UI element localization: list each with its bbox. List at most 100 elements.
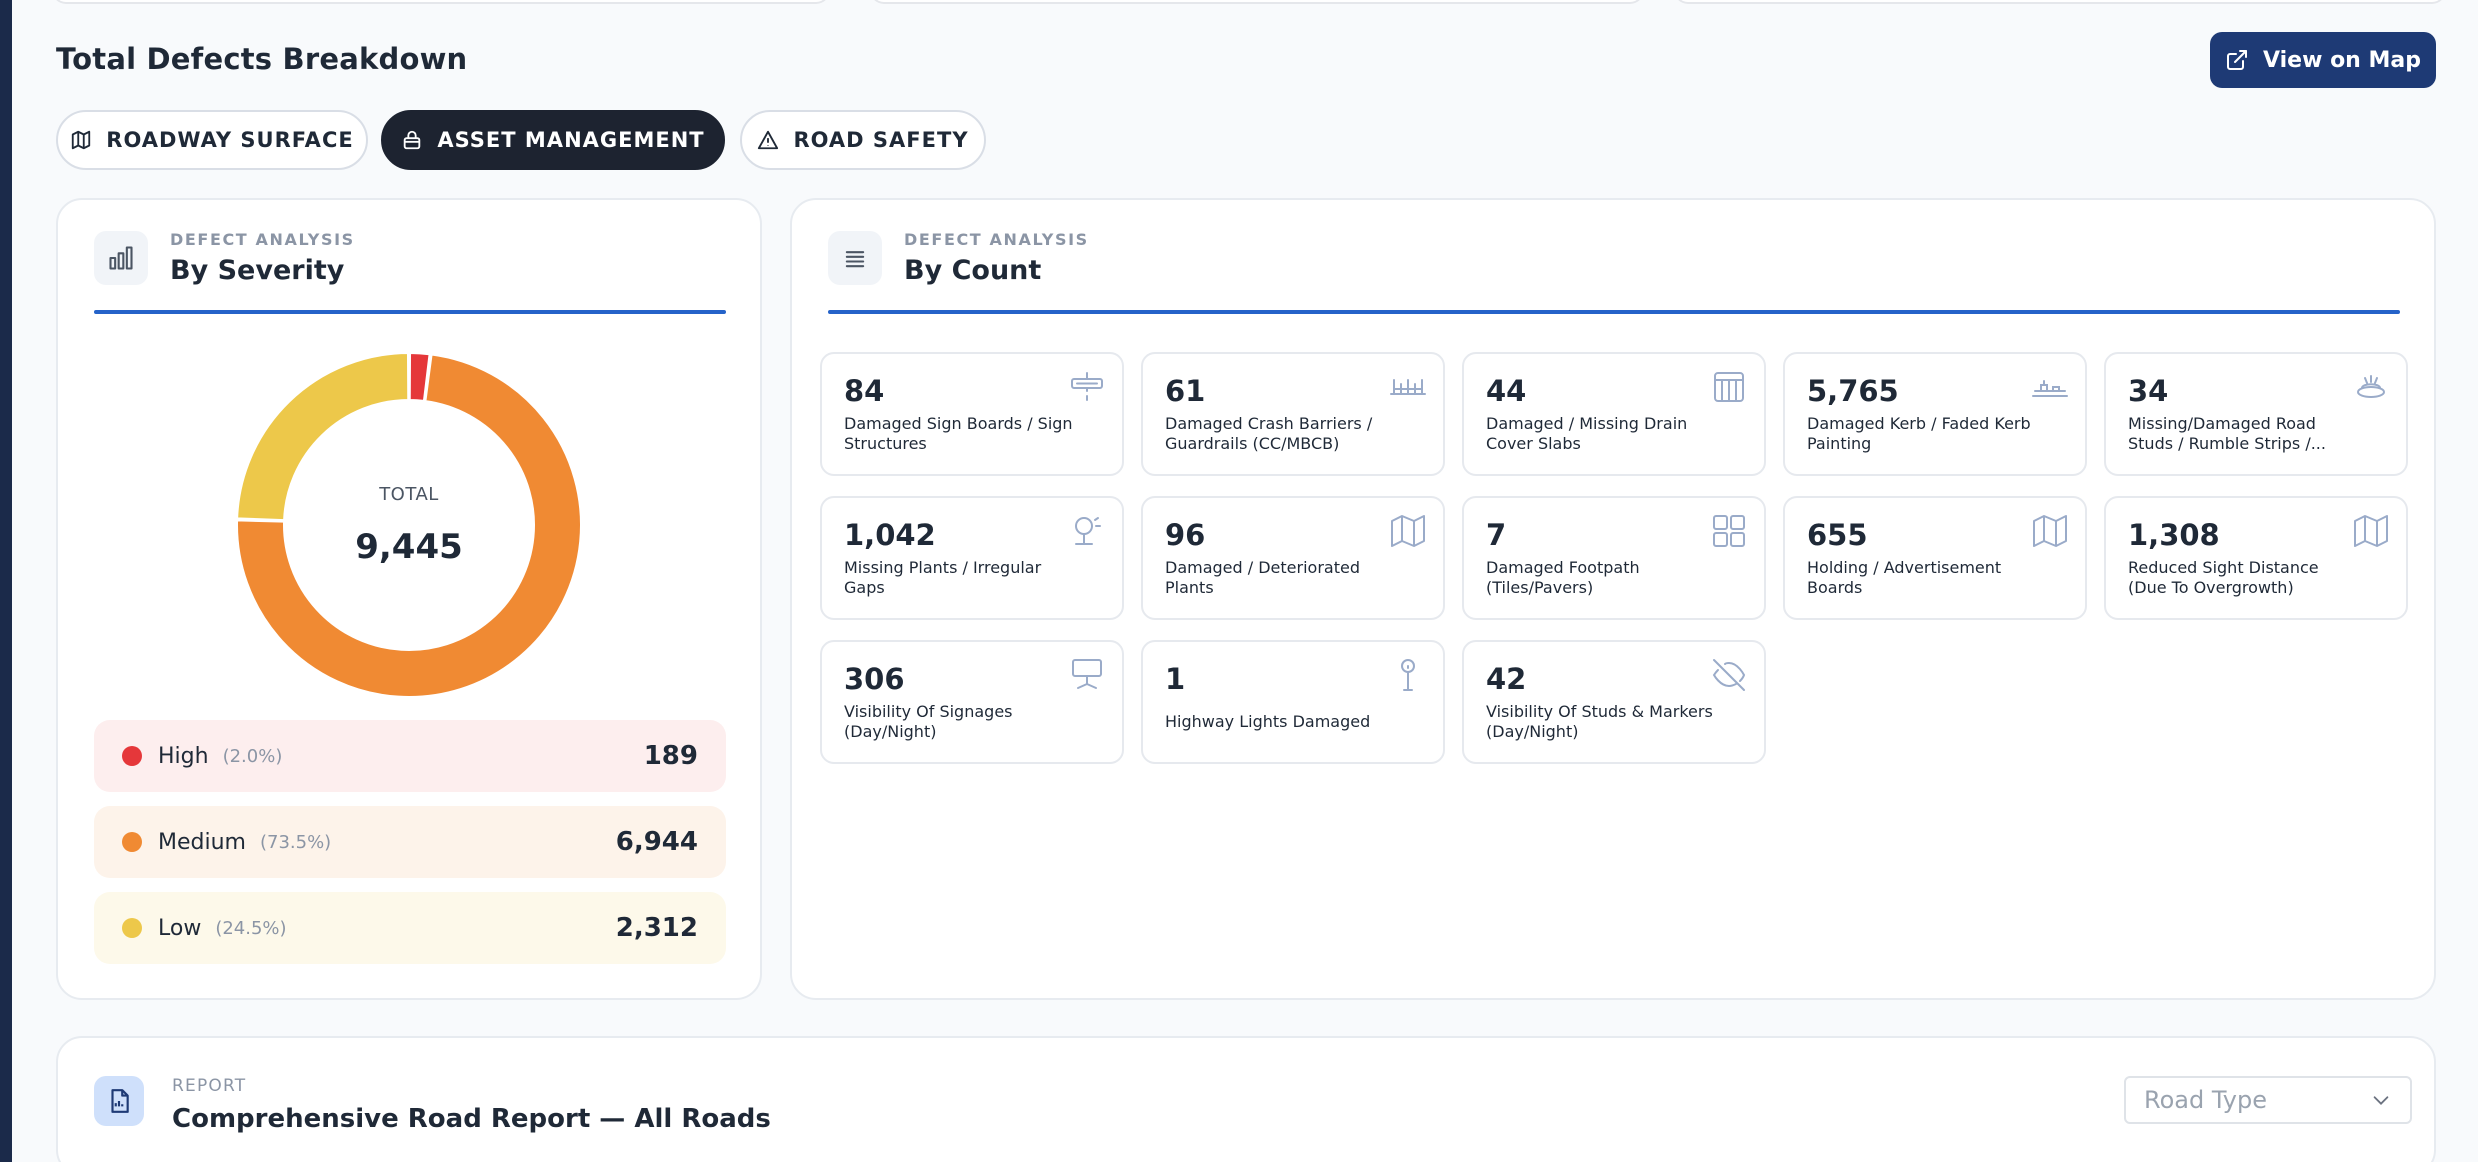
map-icon xyxy=(72,130,91,150)
map-icon xyxy=(2033,515,2067,547)
tab-label: ROADWAY SURFACE xyxy=(106,128,354,152)
tab-label: ASSET MANAGEMENT xyxy=(437,128,705,152)
barrier-icon xyxy=(1390,379,1426,395)
report-panel: REPORT Comprehensive Road Report — All R… xyxy=(56,1036,2436,1162)
tile-value: 44 xyxy=(1486,374,1527,408)
map-icon xyxy=(1391,515,1425,547)
defect-tile[interactable]: 306 Visibility Of Signages (Day/Night) xyxy=(820,640,1124,764)
tile-value: 655 xyxy=(1807,518,1868,552)
tile-label: Damaged Kerb / Faded Kerb Painting xyxy=(1807,414,2031,453)
defect-tile[interactable]: 61 Damaged Crash Barriers / Guardrails (… xyxy=(1141,352,1445,476)
panel-title: By Count xyxy=(904,255,1042,286)
signboard-icon xyxy=(1071,372,1103,401)
tile-label: Damaged Sign Boards / Sign Structures xyxy=(844,414,1073,453)
tab-label: ROAD SAFETY xyxy=(793,128,969,152)
tile-value: 96 xyxy=(1165,518,1206,552)
tile-value: 42 xyxy=(1486,662,1527,696)
tab-roadway-surface[interactable]: ROADWAY SURFACE xyxy=(56,110,368,170)
monitor-icon xyxy=(1072,659,1102,689)
severity-panel: DEFECT ANALYSIS By Severity TOTAL 9,445 … xyxy=(56,198,762,1000)
panel-title: By Severity xyxy=(170,255,345,286)
defect-tile[interactable]: 655 Holding / Advertisement Boards xyxy=(1783,496,2087,620)
summary-card-1 xyxy=(52,0,830,4)
panel-kicker: DEFECT ANALYSIS xyxy=(904,230,1089,249)
defect-tile[interactable]: 96 Damaged / Deteriorated Plants xyxy=(1141,496,1445,620)
defect-tile[interactable]: 1 Highway Lights Damaged xyxy=(1141,640,1445,764)
view-on-map-button[interactable]: View on Map xyxy=(2210,32,2436,88)
medium-dot xyxy=(122,832,142,852)
high-dot xyxy=(122,746,142,766)
severity-value: 2,312 xyxy=(615,913,698,943)
tile-label: Missing/Damaged Road Studs / Rumble Stri… xyxy=(2128,414,2326,453)
count-panel-header: DEFECT ANALYSIS By Count xyxy=(828,230,1089,286)
tile-label: Damaged Footpath (Tiles/Pavers) xyxy=(1486,558,1640,597)
tile-label: Damaged Crash Barriers / Guardrails (CC/… xyxy=(1165,414,1373,453)
summary-card-2 xyxy=(870,0,1644,4)
panel-underline xyxy=(828,310,2400,314)
left-sidebar-edge xyxy=(0,0,12,1162)
light-pole-icon xyxy=(1401,659,1415,691)
lock-icon xyxy=(404,130,421,150)
tile-value: 306 xyxy=(844,662,905,696)
bar-chart-icon xyxy=(94,231,148,285)
plant-icon xyxy=(1075,517,1101,545)
road-stud-icon xyxy=(2357,375,2385,398)
defect-tile[interactable]: 5,765 Damaged Kerb / Faded Kerb Painting xyxy=(1783,352,2087,476)
tile-value: 1,308 xyxy=(2128,518,2220,552)
tiles-icon xyxy=(1713,515,1745,547)
road-type-placeholder: Road Type xyxy=(2144,1086,2267,1114)
chevron-down-icon xyxy=(2373,1096,2389,1105)
main-content: Total Defects Breakdown View on Map ROAD… xyxy=(12,0,2478,1162)
severity-row-high[interactable]: High (2.0%) 189 xyxy=(94,720,726,792)
kerb-icon xyxy=(2032,380,2068,397)
severity-name: Low xyxy=(158,915,202,941)
tab-road-safety[interactable]: ROAD SAFETY xyxy=(740,110,986,170)
tile-value: 5,765 xyxy=(1807,374,1899,408)
severity-value: 6,944 xyxy=(615,827,698,857)
grid-icon xyxy=(1714,372,1744,402)
tile-label: Damaged / Missing Drain Cover Slabs xyxy=(1486,414,1688,453)
section-title: Total Defects Breakdown xyxy=(56,42,468,76)
defect-tile[interactable]: 84 Damaged Sign Boards / Sign Structures xyxy=(820,352,1124,476)
external-link-icon xyxy=(2226,50,2247,70)
map-icon xyxy=(2354,515,2388,547)
warning-icon xyxy=(758,130,779,150)
tile-label: Visibility Of Signages (Day/Night) xyxy=(844,702,1013,741)
total-value: 9,445 xyxy=(355,526,463,567)
eye-off-icon xyxy=(1712,659,1746,691)
tile-value: 7 xyxy=(1486,518,1507,552)
tile-label: Damaged / Deteriorated Plants xyxy=(1165,558,1360,597)
tile-value: 84 xyxy=(844,374,885,408)
panel-underline xyxy=(94,310,726,314)
tile-value: 1,042 xyxy=(844,518,936,552)
defect-tile[interactable]: 42 Visibility Of Studs & Markers (Day/Ni… xyxy=(1462,640,1766,764)
donut-center: TOTAL 9,445 xyxy=(234,350,584,700)
report-kicker: REPORT xyxy=(172,1076,247,1096)
tile-value: 1 xyxy=(1165,662,1186,696)
defect-tile[interactable]: 44 Damaged / Missing Drain Cover Slabs xyxy=(1462,352,1766,476)
list-icon xyxy=(828,231,882,285)
count-panel: DEFECT ANALYSIS By Count 84 Damaged Sign… xyxy=(790,198,2436,1000)
severity-name: Medium xyxy=(158,829,246,855)
summary-card-3 xyxy=(1674,0,2446,4)
severity-value: 189 xyxy=(643,741,698,771)
defect-tile[interactable]: 7 Damaged Footpath (Tiles/Pavers) xyxy=(1462,496,1766,620)
severity-pct: (73.5%) xyxy=(259,831,332,853)
road-type-select[interactable]: Road Type xyxy=(2124,1076,2412,1124)
tab-asset-management[interactable]: ASSET MANAGEMENT xyxy=(381,110,725,170)
defect-tile[interactable]: 1,308 Reduced Sight Distance (Due To Ove… xyxy=(2104,496,2408,620)
tile-label: Highway Lights Damaged xyxy=(1165,712,1371,731)
defect-tile[interactable]: 1,042 Missing Plants / Irregular Gaps xyxy=(820,496,1124,620)
tile-value: 34 xyxy=(2128,374,2169,408)
panel-kicker: DEFECT ANALYSIS xyxy=(170,230,355,249)
tile-value: 61 xyxy=(1165,374,1206,408)
defect-tile[interactable]: 34 Missing/Damaged Road Studs / Rumble S… xyxy=(2104,352,2408,476)
tile-label: Holding / Advertisement Boards xyxy=(1807,558,2002,597)
view-on-map-label: View on Map xyxy=(2262,47,2421,73)
tile-label: Missing Plants / Irregular Gaps xyxy=(844,558,1042,597)
severity-row-medium[interactable]: Medium (73.5%) 6,944 xyxy=(94,806,726,878)
tile-label: Reduced Sight Distance (Due To Overgrowt… xyxy=(2128,558,2319,597)
severity-row-low[interactable]: Low (24.5%) 2,312 xyxy=(94,892,726,964)
severity-pct: (2.0%) xyxy=(222,745,283,767)
severity-panel-header: DEFECT ANALYSIS By Severity xyxy=(94,230,355,286)
